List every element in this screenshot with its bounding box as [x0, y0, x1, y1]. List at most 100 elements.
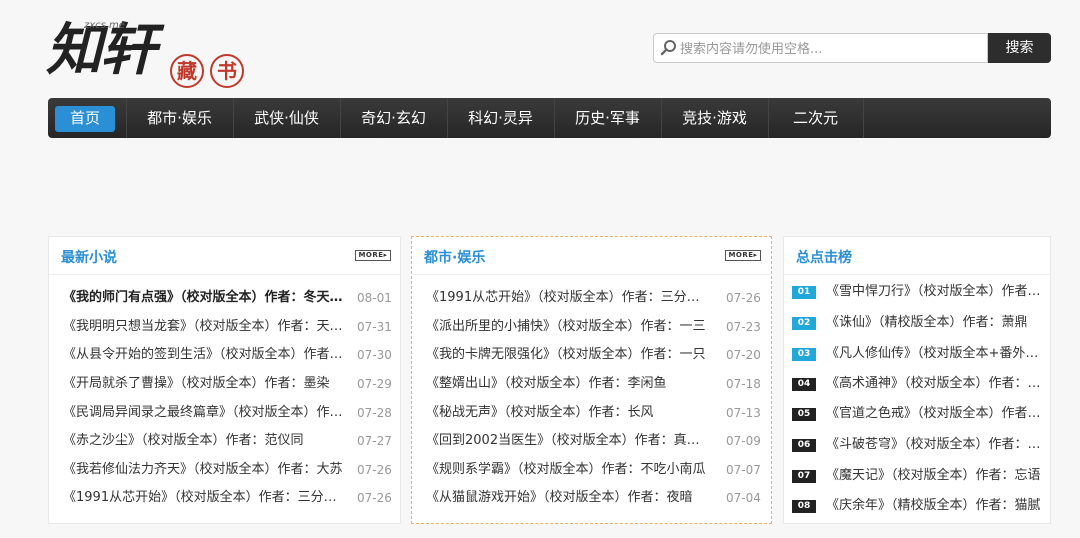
nav-item-wuxia[interactable]: 武侠·仙侠	[233, 98, 340, 138]
list-item: 《我的卡牌无限强化》（校对版全本）作者：一只 07-20	[426, 345, 761, 365]
panel-title: 都市·娱乐	[424, 250, 486, 266]
search-icon	[660, 40, 676, 56]
list-item: 《赤之沙尘》（校对版全本）作者：范仪同 07-27	[63, 431, 392, 451]
novel-link[interactable]: 《1991从芯开始》（校对版全本）作者：三分醉意	[63, 488, 343, 508]
novel-link[interactable]: 《1991从芯开始》（校对版全本）作者：三分醉意	[426, 288, 706, 308]
nav-item-history[interactable]: 历史·军事	[554, 98, 661, 138]
search-button[interactable]: 搜索	[988, 33, 1051, 63]
search-box	[653, 33, 988, 63]
novel-link[interactable]: 《派出所里的小捕快》（校对版全本）作者：一三	[426, 317, 706, 337]
rank-item: 02 《诛仙》（精校版全本）作者：萧鼎	[792, 313, 1048, 333]
nav-item-label: 历史·军事	[575, 109, 640, 127]
list-item: 《1991从芯开始》（校对版全本）作者：三分醉意 07-26	[426, 288, 761, 308]
search-bar: 搜索	[653, 33, 1051, 63]
novel-link[interactable]: 《魔天记》（校对版全本）作者：忘语	[826, 466, 1048, 486]
novel-link[interactable]: 《赤之沙尘》（校对版全本）作者：范仪同	[63, 431, 343, 451]
rank-item: 08 《庆余年》（精校版全本）作者：猫腻	[792, 496, 1048, 516]
nav-divider	[863, 98, 864, 138]
site-logo[interactable]: 知轩 zxcs.me 藏 书	[46, 14, 251, 96]
nav-item-scifi[interactable]: 科幻·灵异	[447, 98, 554, 138]
novel-link[interactable]: 《规则系学霸》（校对版全本）作者：不吃小南瓜	[426, 460, 706, 480]
novel-link[interactable]: 《高术通神》（校对版全本）作者：手握寸关	[826, 374, 1048, 394]
post-date: 07-29	[357, 377, 392, 391]
ranking-panel: 总点击榜 01 《雪中悍刀行》（校对版全本）作者：烽火戏诸侯 02 《诛仙》（精校版…	[783, 236, 1051, 524]
novel-link[interactable]: 《我的师门有点强》（校对版全本）作者：冬天的柳叶	[63, 288, 347, 308]
post-date: 07-31	[357, 320, 392, 334]
novel-link[interactable]: 《从猫鼠游戏开始》（校对版全本）作者：夜暗	[426, 488, 706, 508]
rank-item: 03 《凡人修仙传》（校对版全本+番外）作者：忘语	[792, 344, 1048, 364]
panel-title: 总点击榜	[796, 250, 852, 266]
nav-item-label: 都市·娱乐	[147, 109, 212, 127]
rank-number: 06	[792, 439, 816, 452]
more-button[interactable]: MORE▸	[355, 250, 391, 261]
list-item: 《我明明只想当龙套》（校对版全本）作者：天下淘尽 07-31	[63, 317, 392, 337]
novel-link[interactable]: 《民调局异闻录之最终篇章》（校对版全本）作者：耳东水寿	[63, 403, 343, 423]
post-date: 08-01	[357, 291, 392, 305]
nav-item-fantasy[interactable]: 奇幻·玄幻	[340, 98, 447, 138]
search-input[interactable]	[680, 38, 980, 60]
novel-link[interactable]: 《官道之色戒》（校对版全本）作者：睡觉会变白	[826, 404, 1048, 424]
nav-item-label: 首页	[69, 109, 100, 127]
novel-link[interactable]: 《我明明只想当龙套》（校对版全本）作者：天下淘尽	[63, 317, 343, 337]
list-item: 《开局就杀了曹操》（校对版全本）作者：墨染 07-29	[63, 374, 392, 394]
list-item: 《规则系学霸》（校对版全本）作者：不吃小南瓜 07-07	[426, 460, 761, 480]
more-button[interactable]: MORE▸	[725, 250, 761, 261]
nav-item-label: 科幻·灵异	[468, 109, 533, 127]
nav-item-label: 武侠·仙侠	[254, 109, 319, 127]
list-item: 《从县令开始的签到生活》（校对版全本）作者：三更 07-30	[63, 345, 392, 365]
novel-link[interactable]: 《开局就杀了曹操》（校对版全本）作者：墨染	[63, 374, 343, 394]
divider	[412, 274, 771, 275]
rank-item: 04 《高术通神》（校对版全本）作者：手握寸关	[792, 374, 1048, 394]
list-item: 《我的师门有点强》（校对版全本）作者：冬天的柳叶 08-01	[63, 288, 392, 308]
novel-link[interactable]: 《秘战无声》（校对版全本）作者：长风	[426, 403, 706, 423]
urban-panel: 都市·娱乐 MORE▸ 《1991从芯开始》（校对版全本）作者：三分醉意 07-2…	[411, 236, 772, 524]
rank-item: 01 《雪中悍刀行》（校对版全本）作者：烽火戏诸侯	[792, 282, 1048, 302]
post-date: 07-23	[726, 320, 761, 334]
post-date: 07-26	[357, 491, 392, 505]
logo-site-name: zxcs.me	[84, 20, 125, 31]
list-item: 《秘战无声》（校对版全本）作者：长风 07-13	[426, 403, 761, 423]
post-date: 07-20	[726, 348, 761, 362]
main-nav: 首页 都市·娱乐 武侠·仙侠 奇幻·玄幻 科幻·灵异 历史·军事 竞技·游戏 二…	[48, 98, 1051, 138]
post-date: 07-13	[726, 406, 761, 420]
list-item: 《派出所里的小捕快》（校对版全本）作者：一三 07-23	[426, 317, 761, 337]
list-item: 《整婿出山》（校对版全本）作者：李闲鱼 07-18	[426, 374, 761, 394]
latest-novels-panel: 最新小说 MORE▸ 《我的师门有点强》（校对版全本）作者：冬天的柳叶 08-01…	[48, 236, 401, 524]
novel-link[interactable]: 《我的卡牌无限强化》（校对版全本）作者：一只	[426, 345, 706, 365]
novel-link[interactable]: 《我若修仙法力齐天》（校对版全本）作者：大苏	[63, 460, 343, 480]
nav-item-acg[interactable]: 二次元	[768, 98, 863, 138]
nav-item-label: 竞技·游戏	[682, 109, 747, 127]
nav-item-urban[interactable]: 都市·娱乐	[126, 98, 233, 138]
post-date: 07-07	[726, 463, 761, 477]
novel-link[interactable]: 《斗破苍穹》（校对版全本）作者：天蚕土豆	[826, 435, 1048, 455]
rank-number: 04	[792, 378, 816, 391]
rank-number: 02	[792, 317, 816, 330]
divider	[49, 274, 400, 275]
novel-link[interactable]: 《雪中悍刀行》（校对版全本）作者：烽火戏诸侯	[826, 282, 1048, 302]
novel-link[interactable]: 《整婿出山》（校对版全本）作者：李闲鱼	[426, 374, 706, 394]
divider	[784, 274, 1050, 275]
novel-link[interactable]: 《诛仙》（精校版全本）作者：萧鼎	[826, 313, 1048, 333]
post-date: 07-26	[357, 463, 392, 477]
list-item: 《民调局异闻录之最终篇章》（校对版全本）作者：耳东水寿 07-28	[63, 403, 392, 423]
novel-link[interactable]: 《从县令开始的签到生活》（校对版全本）作者：三更	[63, 345, 343, 365]
rank-number: 05	[792, 408, 816, 421]
rank-item: 05 《官道之色戒》（校对版全本）作者：睡觉会变白	[792, 404, 1048, 424]
panel-title: 最新小说	[61, 250, 117, 266]
rank-item: 06 《斗破苍穹》（校对版全本）作者：天蚕土豆	[792, 435, 1048, 455]
nav-item-label: 二次元	[792, 109, 838, 127]
post-date: 07-28	[357, 406, 392, 420]
list-item: 《从猫鼠游戏开始》（校对版全本）作者：夜暗 07-04	[426, 488, 761, 508]
rank-number: 01	[792, 286, 816, 299]
nav-item-home[interactable]: 首页	[55, 98, 115, 138]
novel-link[interactable]: 《凡人修仙传》（校对版全本+番外）作者：忘语	[826, 344, 1048, 364]
rank-number: 03	[792, 348, 816, 361]
post-date: 07-30	[357, 348, 392, 362]
rank-number: 07	[792, 470, 816, 483]
nav-item-label: 奇幻·玄幻	[361, 109, 426, 127]
logo-seal-1: 藏	[170, 54, 204, 88]
novel-link[interactable]: 《回到2002当医生》（校对版全本）作者：真熊初墨	[426, 431, 706, 451]
novel-link[interactable]: 《庆余年》（精校版全本）作者：猫腻	[826, 496, 1048, 516]
nav-item-games[interactable]: 竞技·游戏	[661, 98, 768, 138]
rank-number: 08	[792, 500, 816, 513]
